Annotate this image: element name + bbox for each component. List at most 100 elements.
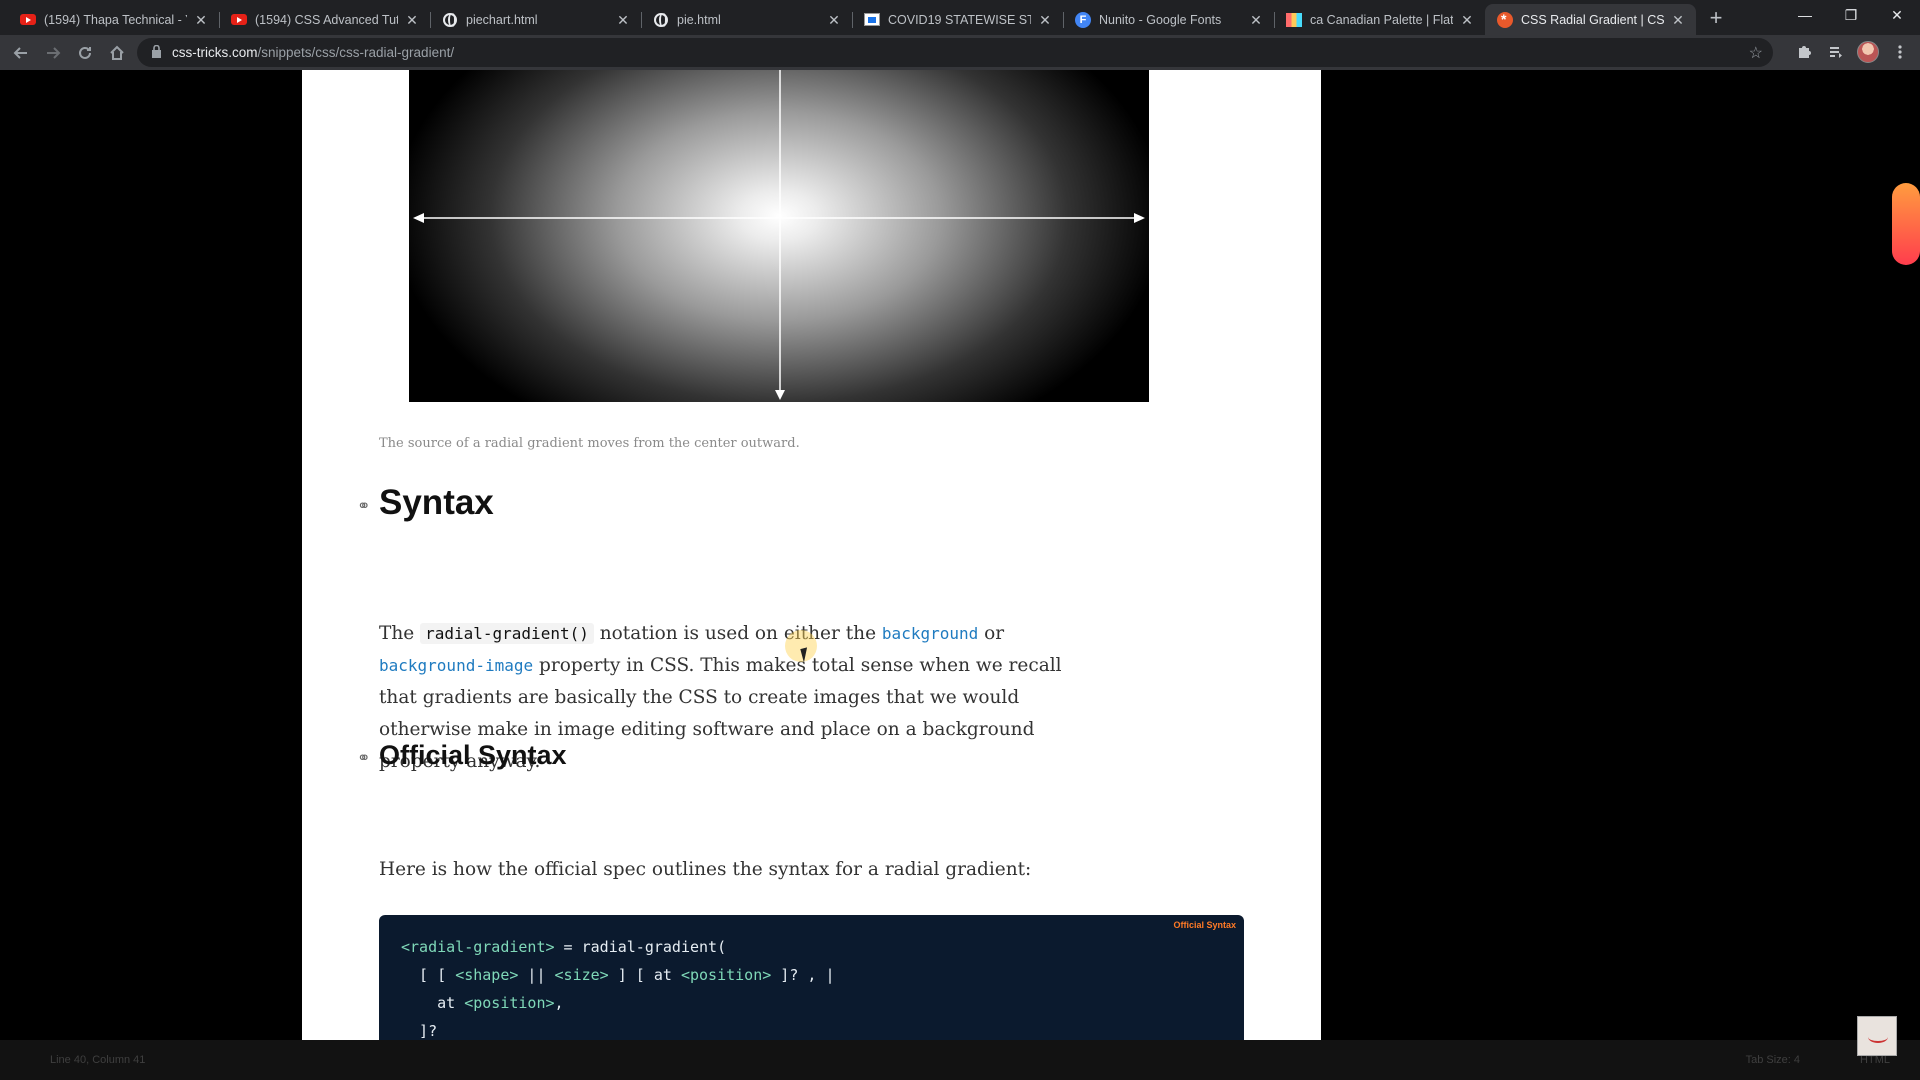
restore-button[interactable]: ❐ — [1828, 0, 1874, 32]
window-controls: — ❐ ✕ — [1782, 0, 1920, 32]
tab-close-icon[interactable]: ✕ — [1670, 12, 1686, 28]
browser-tab[interactable]: pie.html ✕ — [641, 4, 852, 35]
paragraph-text: or — [978, 623, 1005, 644]
cursor-highlight — [785, 630, 817, 662]
code-text: || — [518, 966, 555, 984]
browser-tab[interactable]: CSS Radial Gradient | CSS-T ✕ — [1485, 4, 1696, 35]
link-anchor-icon[interactable]: ⚭ — [357, 496, 370, 516]
tab-title: piechart.html — [466, 12, 538, 27]
tab-title: COVID19 STATEWISE STATU — [888, 12, 1031, 27]
globe-icon — [442, 12, 458, 28]
tab-strip: (1594) Thapa Technical - Yo ✕ (1594) CSS A… — [0, 0, 1920, 35]
code-token: <position> — [680, 966, 772, 984]
browser-tab[interactable]: ca Canadian Palette | Flat U ✕ — [1274, 4, 1485, 35]
paragraph-text: The — [379, 623, 421, 644]
tab-title: pie.html — [677, 12, 721, 27]
close-window-button[interactable]: ✕ — [1874, 0, 1920, 32]
code-text: ] [ at — [608, 966, 681, 984]
reload-icon — [79, 46, 91, 59]
radial-gradient-demo-image — [409, 70, 1149, 402]
tab-title: (1594) Thapa Technical - Yo — [44, 12, 187, 27]
code-line: <radial-gradient> = radial-gradient( — [401, 933, 1222, 961]
code-block-official-syntax: Official Syntax <radial-gradient> = radi… — [379, 915, 1244, 1040]
covid-site-icon — [864, 12, 880, 28]
forward-arrow-icon — [47, 46, 61, 59]
browser-tab[interactable]: (1594) CSS Advanced Tutor ✕ — [219, 4, 430, 35]
tab-title: Nunito - Google Fonts — [1099, 12, 1222, 27]
toolbar-right-actions — [1788, 36, 1916, 68]
profile-button[interactable] — [1852, 36, 1884, 68]
reload-button[interactable] — [69, 37, 101, 69]
code-text: = radial-gradient( — [554, 938, 727, 956]
url-path: /snippets/css/css-radial-gradient/ — [257, 45, 455, 60]
avatar — [1857, 41, 1879, 63]
code-lines: <radial-gradient> = radial-gradient( [ [… — [401, 933, 1222, 1040]
css-tricks-icon — [1497, 11, 1513, 28]
inline-code-radial-gradient: radial-gradient() — [420, 623, 594, 644]
tab-close-icon[interactable]: ✕ — [193, 12, 209, 28]
code-token: <size> — [554, 966, 609, 984]
extensions-button[interactable] — [1788, 36, 1820, 68]
minimize-button[interactable]: — — [1782, 0, 1828, 32]
code-token: <shape> — [455, 966, 519, 984]
tab-close-icon[interactable]: ✕ — [826, 12, 842, 28]
tab-title: (1594) CSS Advanced Tutor — [255, 12, 398, 27]
code-text: [ [ — [401, 966, 456, 984]
tab-title: ca Canadian Palette | Flat U — [1310, 12, 1453, 27]
code-line: at <position>, — [401, 989, 1222, 1017]
new-tab-button[interactable]: + — [1702, 5, 1730, 33]
puzzle-icon — [1799, 46, 1811, 58]
code-token: <radial-gradient> — [401, 938, 555, 956]
bookmark-star-icon[interactable]: ☆ — [1749, 43, 1763, 63]
tab-size-indicator[interactable]: Tab Size: 4 — [1746, 1054, 1800, 1066]
webcam-overlay-logo — [1857, 1016, 1897, 1056]
tab-title: CSS Radial Gradient | CSS-T — [1521, 12, 1664, 27]
code-line: [ [ <shape> || <size> ] [ at <position> … — [401, 961, 1222, 989]
link-background-image[interactable]: background-image — [379, 656, 533, 675]
tab-close-icon[interactable]: ✕ — [1459, 12, 1475, 28]
youtube-icon — [20, 12, 36, 28]
code-token: <position> — [464, 994, 555, 1012]
home-button[interactable] — [101, 37, 133, 69]
browser-menu-button[interactable] — [1884, 36, 1916, 68]
browser-tab[interactable]: F Nunito - Google Fonts ✕ — [1063, 4, 1274, 35]
tab-close-icon[interactable]: ✕ — [404, 12, 420, 28]
url-host: css-tricks.com — [172, 45, 258, 60]
globe-icon — [653, 12, 669, 28]
code-text: , — [554, 994, 564, 1012]
code-text: ]? , | — [771, 966, 835, 984]
back-arrow-icon — [13, 46, 27, 59]
media-queue-button[interactable] — [1820, 36, 1852, 68]
code-line: ]? — [401, 1017, 1222, 1040]
paragraph-text: notation is used on either the — [593, 623, 882, 644]
section-heading-syntax: Syntax — [379, 483, 494, 522]
home-icon — [110, 45, 124, 60]
browser-tab[interactable]: piechart.html ✕ — [430, 4, 641, 35]
code-language-tag: Official Syntax — [1173, 920, 1236, 930]
link-background[interactable]: background — [882, 624, 978, 643]
youtube-icon — [231, 12, 247, 28]
flat-ui-icon — [1286, 12, 1302, 28]
browser-tab[interactable]: COVID19 STATEWISE STATU ✕ — [852, 4, 1063, 35]
editor-status-bar: Line 40, Column 41 Tab Size: 4 HTML — [0, 1040, 1920, 1080]
address-bar[interactable]: css-tricks.com/snippets/css/css-radial-g… — [137, 38, 1773, 67]
lock-icon — [151, 44, 162, 61]
playlist-icon — [1830, 47, 1842, 58]
scrollbar-thumb[interactable] — [1892, 183, 1920, 265]
code-text: ]? — [401, 1022, 438, 1040]
link-anchor-icon[interactable]: ⚭ — [357, 748, 370, 768]
image-caption: The source of a radial gradient moves fr… — [379, 436, 800, 451]
browser-toolbar: css-tricks.com/snippets/css/css-radial-g… — [0, 35, 1920, 70]
code-text: at — [401, 994, 465, 1012]
tab-close-icon[interactable]: ✕ — [1248, 12, 1264, 28]
cursor-position: Line 40, Column 41 — [50, 1054, 146, 1066]
official-syntax-paragraph: Here is how the official spec outlines t… — [379, 859, 1032, 880]
article-content: The source of a radial gradient moves fr… — [302, 70, 1321, 1040]
back-button[interactable] — [5, 37, 37, 69]
browser-tab[interactable]: (1594) Thapa Technical - Yo ✕ — [8, 4, 219, 35]
google-fonts-icon: F — [1075, 11, 1091, 28]
tab-close-icon[interactable]: ✕ — [1037, 12, 1053, 28]
forward-button[interactable] — [37, 37, 69, 69]
kebab-menu-icon — [1898, 45, 1902, 59]
tab-close-icon[interactable]: ✕ — [615, 12, 631, 28]
